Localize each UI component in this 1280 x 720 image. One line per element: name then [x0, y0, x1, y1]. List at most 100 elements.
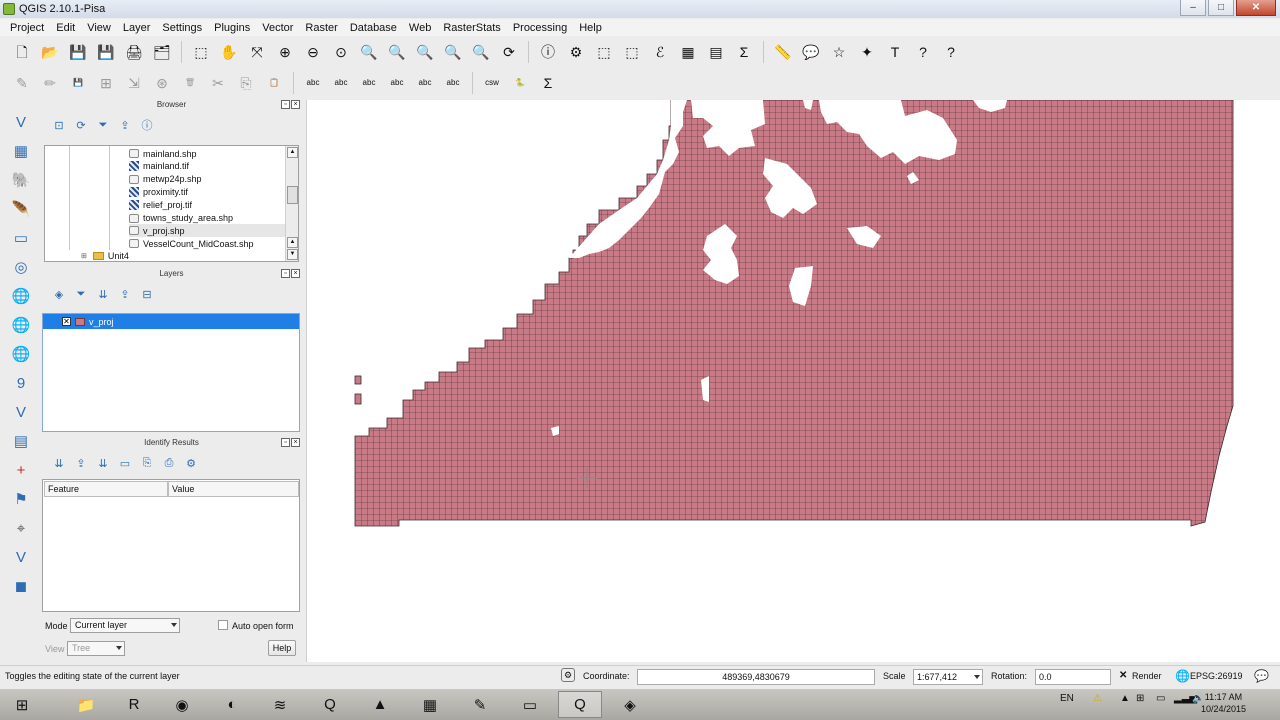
browser-item[interactable]: relief_proj.tif — [129, 199, 192, 212]
browser-item[interactable]: metwp24p.shp — [129, 173, 202, 186]
maximize-button[interactable]: □ — [1208, 0, 1234, 16]
collapse-icon[interactable]: ⇪ — [118, 287, 132, 301]
render-checkbox[interactable]: ✕ — [1119, 670, 1127, 681]
clear-icon[interactable]: ▭ — [118, 456, 132, 470]
rotation-spinbox[interactable]: 0.0 — [1035, 669, 1111, 685]
add-raster-layer-icon[interactable]: ▦ — [10, 140, 32, 162]
menu-edit[interactable]: Edit — [50, 22, 81, 34]
gps-tools-icon[interactable]: ⚑ — [10, 488, 32, 510]
print-icon[interactable]: ⎙ — [162, 456, 176, 470]
zoom-selection-icon[interactable]: 🔍 — [415, 42, 435, 62]
menu-layer[interactable]: Layer — [117, 22, 157, 34]
display-icon[interactable]: ▭ — [1156, 693, 1165, 704]
scroll-up-button[interactable]: ▲ — [287, 147, 298, 158]
open-project-icon[interactable]: 📂 — [40, 42, 60, 62]
menu-web[interactable]: Web — [403, 22, 437, 34]
messages-icon[interactable]: ⚙ — [561, 668, 575, 682]
refresh-icon[interactable]: ⟳ — [74, 118, 88, 132]
float-button[interactable]: ▫ — [281, 269, 290, 278]
map-svg[interactable] — [307, 99, 1280, 662]
browser-item[interactable]: v_proj.shp — [129, 224, 289, 238]
messages-log-icon[interactable]: 💬 — [1254, 669, 1269, 683]
label-show-icon[interactable]: abc — [359, 73, 379, 93]
copy-icon[interactable]: ⎘ — [140, 456, 154, 470]
label-abc-icon[interactable]: abc — [303, 73, 323, 93]
remove-icon[interactable]: ⊟ — [140, 287, 154, 301]
qgis-desktop-icon[interactable]: Q — [558, 691, 602, 718]
map-tip-icon[interactable]: 💬 — [801, 42, 821, 62]
help-icon[interactable]: ? — [913, 42, 933, 62]
layers-tree[interactable]: ✕ v_proj — [42, 313, 300, 432]
identify-results-table[interactable]: Feature Value — [42, 479, 300, 612]
zoom-full-icon[interactable]: 🔍 — [359, 42, 379, 62]
float-button[interactable]: ▫ — [281, 438, 290, 447]
browser-item[interactable]: proximity.tif — [129, 186, 188, 199]
column-header-value[interactable]: Value — [168, 481, 299, 497]
add-wcs-layer-icon[interactable]: 🌐 — [10, 314, 32, 336]
hand-action-icon[interactable]: ⚙ — [566, 42, 586, 62]
csw-icon[interactable]: csw — [482, 73, 502, 93]
app-dark-icon[interactable]: ▲ — [358, 691, 402, 718]
coordinate-field[interactable]: 489369,4830679 — [637, 669, 875, 685]
menu-processing[interactable]: Processing — [507, 22, 573, 34]
expand-new-icon[interactable]: ⇊ — [96, 456, 110, 470]
menu-database[interactable]: Database — [344, 22, 403, 34]
zoom-in-icon[interactable]: ⊕ — [275, 42, 295, 62]
zoom-layer-icon[interactable]: 🔍 — [387, 42, 407, 62]
r-icon[interactable]: R — [112, 691, 156, 718]
add-wms-layer-icon[interactable]: 🌐 — [10, 285, 32, 307]
pan-to-selection-icon[interactable]: ⤧ — [247, 42, 267, 62]
inkscape-icon[interactable]: ◐ — [210, 691, 254, 718]
copy-icon[interactable]: ⎘ — [236, 73, 256, 93]
column-header-feature[interactable]: Feature — [44, 481, 168, 497]
app-blue-icon[interactable]: ≋ — [258, 691, 302, 718]
label-move-icon[interactable]: abc — [387, 73, 407, 93]
cut-icon[interactable]: ✂ — [208, 73, 228, 93]
select-features-icon[interactable]: ⬚ — [594, 42, 614, 62]
menu-plugins[interactable]: Plugins — [208, 22, 256, 34]
paste-icon[interactable]: 📋 — [264, 73, 284, 93]
browser-item[interactable]: VesselCount_MidCoast.shp — [129, 237, 254, 250]
browser-scrollbar[interactable]: ▲ ▲ ▼ — [285, 146, 298, 261]
scroll-down-button[interactable]: ▼ — [287, 249, 298, 260]
zoom-out-icon[interactable]: ⊖ — [303, 42, 323, 62]
coordinate-capture-icon[interactable]: ⌖ — [10, 517, 32, 539]
identify-icon[interactable]: ⓘ — [538, 42, 558, 62]
globe-icon[interactable]: 🌐 — [1175, 669, 1190, 683]
filter-icon[interactable]: ⏷ — [96, 118, 110, 132]
pencil-icon[interactable]: ✏ — [40, 73, 60, 93]
add-oracle-layer-icon[interactable]: ◎ — [10, 256, 32, 278]
chrome-icon[interactable]: ◉ — [160, 691, 204, 718]
expand-icon[interactable]: ⇊ — [96, 287, 110, 301]
refresh-icon[interactable]: ⟳ — [499, 42, 519, 62]
folder-unit4[interactable]: ⊞ Unit4 — [81, 250, 129, 261]
georeferencer-icon[interactable]: V — [10, 546, 32, 568]
warning-icon[interactable]: ⚠ — [1093, 693, 1102, 704]
add-delimited-text-icon[interactable]: 9 — [10, 372, 32, 394]
layer-item-v-proj[interactable]: ✕ v_proj — [43, 314, 299, 329]
move-feature-icon[interactable]: ⇲ — [124, 73, 144, 93]
new-spatialite-icon[interactable]: ▤ — [10, 430, 32, 452]
language-indicator[interactable]: EN — [1060, 693, 1074, 704]
browser-tree[interactable]: mainland.shp mainland.tif metwp24p.shp prox… — [44, 145, 299, 262]
save-project-icon[interactable]: 💾 — [68, 42, 88, 62]
whats-this-icon[interactable]: ? — [941, 42, 961, 62]
auto-open-checkbox[interactable] — [218, 620, 228, 630]
print-composer-icon[interactable]: 🖨 — [124, 42, 144, 62]
help-button[interactable]: Help — [268, 640, 296, 656]
minimize-button[interactable]: – — [1180, 0, 1206, 16]
expand-icon[interactable]: ⇊ — [52, 456, 66, 470]
bookmark-icon[interactable]: ☆ — [829, 42, 849, 62]
save-edits-icon[interactable]: 💾 — [68, 73, 88, 93]
add-vector-layer-2-icon[interactable]: ◼ — [10, 575, 32, 597]
collapse-icon[interactable]: ⇪ — [118, 118, 132, 132]
calculator-icon[interactable]: ▦ — [408, 691, 452, 718]
browser-item[interactable]: mainland.shp — [129, 147, 197, 160]
zoom-next-icon[interactable]: 🔍 — [471, 42, 491, 62]
add-spatialite-layer-icon[interactable]: 🪶 — [10, 198, 32, 220]
add-wfs-layer-icon[interactable]: 🌐 — [10, 343, 32, 365]
start-icon[interactable]: ⊞ — [0, 691, 44, 718]
qgis-2-icon[interactable]: ◈ — [608, 691, 652, 718]
pan-icon[interactable]: ✋ — [219, 42, 239, 62]
field-calculator-icon[interactable]: ℰ — [650, 42, 670, 62]
